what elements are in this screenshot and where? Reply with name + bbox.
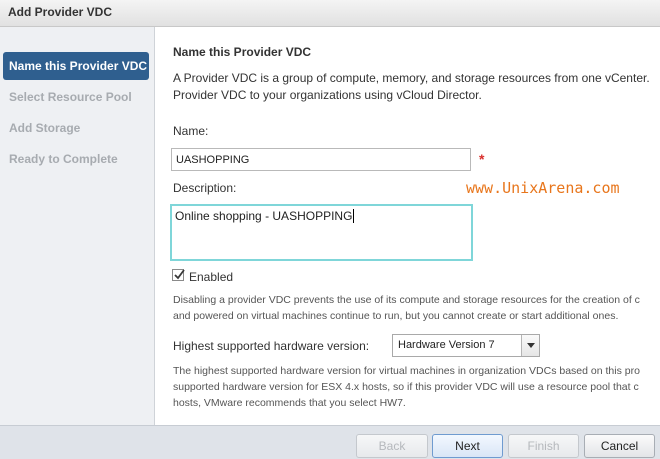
window-title: Add Provider VDC [8, 5, 113, 19]
step-add-storage[interactable]: Add Storage [3, 114, 149, 142]
intro-text-line2: Provider VDC to your organizations using… [173, 88, 482, 102]
hw-version-value: Hardware Version 7 [398, 339, 495, 351]
required-marker: * [479, 151, 485, 167]
wizard-steps-sidebar: Name this Provider VDC Select Resource P… [0, 27, 155, 425]
finish-button[interactable]: Finish [508, 434, 579, 458]
wizard-footer: Back Next Finish Cancel [0, 425, 660, 459]
chevron-down-icon[interactable] [521, 335, 539, 356]
step-select-resource-pool[interactable]: Select Resource Pool [3, 83, 149, 111]
description-textarea[interactable]: Online shopping - UASHOPPING [170, 204, 473, 261]
text-cursor [353, 209, 355, 223]
description-label: Description: [173, 181, 237, 195]
disable-note-line2: and powered on virtual machines continue… [173, 310, 619, 322]
hw-version-label: Highest supported hardware version: [173, 339, 370, 353]
name-label: Name: [173, 124, 209, 138]
wizard-content: Name this Provider VDC A Provider VDC is… [155, 27, 660, 425]
back-button[interactable]: Back [356, 434, 428, 458]
hw-note-line3: hosts, VMware recommends that you select… [173, 397, 406, 409]
intro-text-line1: A Provider VDC is a group of compute, me… [173, 71, 650, 85]
checkmark-icon [174, 269, 185, 280]
step-name-provider-vdc[interactable]: Name this Provider VDC [3, 52, 149, 80]
description-value: Online shopping - UASHOPPING [175, 209, 353, 223]
cancel-button[interactable]: Cancel [584, 434, 655, 458]
page-heading: Name this Provider VDC [173, 45, 312, 59]
window-titlebar: Add Provider VDC [0, 0, 660, 27]
next-button[interactable]: Next [432, 434, 503, 458]
name-input[interactable] [171, 148, 471, 171]
step-ready-to-complete[interactable]: Ready to Complete [3, 145, 149, 173]
hw-note-line2: supported hardware version for ESX 4.x h… [173, 381, 639, 393]
hw-note-line1: The highest supported hardware version f… [173, 365, 640, 377]
enabled-checkbox[interactable] [172, 269, 185, 281]
disable-note-line1: Disabling a provider VDC prevents the us… [173, 294, 640, 306]
enabled-label: Enabled [189, 270, 234, 284]
watermark-text: www.UnixArena.com [466, 179, 620, 197]
hw-version-select[interactable]: Hardware Version 7 [392, 334, 540, 357]
